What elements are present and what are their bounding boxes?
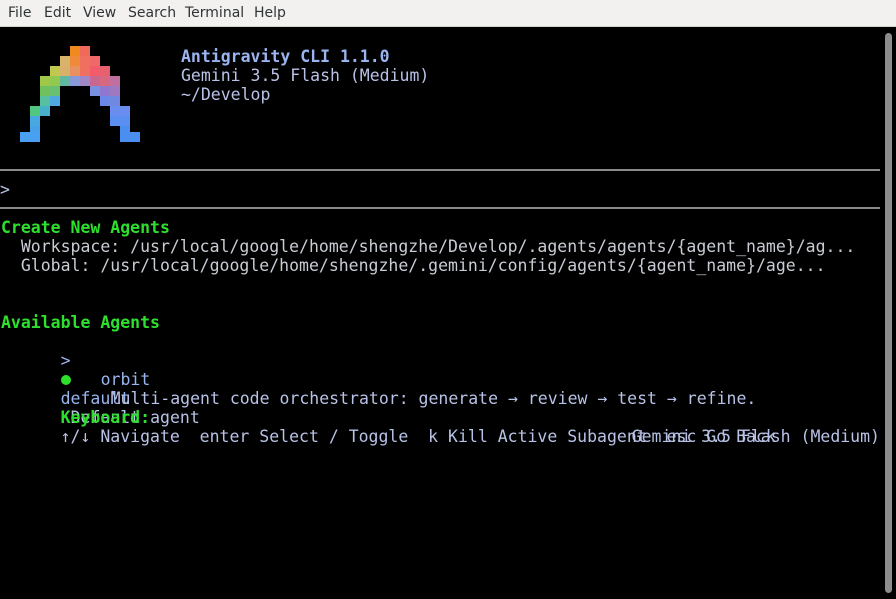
- available-agents-heading: Available Agents: [1, 313, 160, 332]
- terminal-output[interactable]: Antigravity CLI 1.1.0 Gemini 3.5 Flash (…: [0, 27, 880, 599]
- menu-edit[interactable]: Edit: [44, 5, 71, 22]
- keyboard-hints: Keyboard: ↑/↓ Navigate enter Select / To…: [1, 389, 776, 446]
- divider-bottom: [0, 207, 880, 209]
- prompt-symbol: >: [0, 180, 10, 199]
- status-model: Gemini 3.5 Flash (Medium): [631, 427, 880, 446]
- menu-search[interactable]: Search: [128, 5, 176, 22]
- app-title: Antigravity CLI 1.1.0: [181, 47, 390, 66]
- agent-name: orbit: [100, 370, 151, 389]
- workspace-path: Workspace: /usr/local/google/home/shengz…: [1, 237, 856, 256]
- working-directory: ~/Develop: [181, 85, 271, 104]
- terminal-window: File Edit View Search Terminal Help Anti…: [0, 0, 896, 599]
- global-path: Global: /usr/local/google/home/shengzhe/…: [1, 256, 826, 275]
- menu-bar: File Edit View Search Terminal Help: [0, 0, 896, 27]
- model-name: Gemini 3.5 Flash (Medium): [181, 66, 430, 85]
- menu-view[interactable]: View: [83, 5, 116, 22]
- input-prompt[interactable]: >: [0, 180, 10, 199]
- scrollbar[interactable]: [880, 27, 896, 599]
- menu-terminal[interactable]: Terminal: [185, 5, 244, 22]
- agent-row-orbit[interactable]: orbit Multi-agent code orchestrator: gen…: [41, 351, 757, 408]
- antigravity-logo-icon: [20, 46, 140, 142]
- keyboard-label: Keyboard:: [60, 408, 151, 427]
- menu-help[interactable]: Help: [254, 5, 286, 22]
- scrollbar-thumb[interactable]: [885, 33, 892, 593]
- create-agents-heading: Create New Agents: [1, 218, 170, 237]
- divider-top: [0, 169, 880, 171]
- menu-file[interactable]: File: [8, 5, 31, 22]
- agent-row-default[interactable]: > default Default agent: [1, 332, 200, 427]
